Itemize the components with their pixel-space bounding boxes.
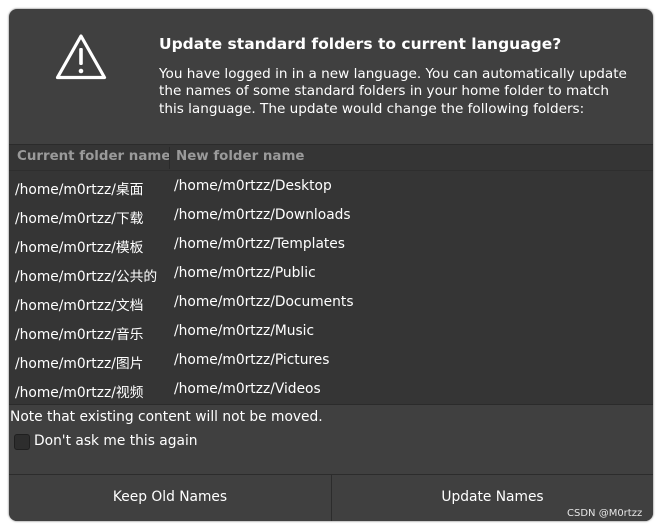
current-folder-cell: /home/m0rtzz/图片: [15, 356, 144, 372]
current-folder-cell: /home/m0rtzz/模板: [15, 240, 144, 256]
update-folders-dialog: Update standard folders to current langu…: [9, 9, 653, 521]
table-row[interactable]: /home/m0rtzz/视频 /home/m0rtzz/Videos: [9, 375, 653, 404]
current-folder-cell: /home/m0rtzz/公共的: [15, 269, 158, 285]
table-row[interactable]: /home/m0rtzz/文档 /home/m0rtzz/Documents: [9, 288, 653, 317]
column-header-current[interactable]: Current folder name: [17, 149, 170, 164]
folders-table[interactable]: Current folder name New folder name /hom…: [9, 144, 653, 405]
note-text: Note that existing content will not be m…: [10, 409, 323, 425]
new-folder-cell: /home/m0rtzz/Desktop: [174, 178, 332, 194]
table-row[interactable]: /home/m0rtzz/图片 /home/m0rtzz/Pictures: [9, 346, 653, 375]
watermark: CSDN @M0rtzz: [567, 508, 643, 519]
dialog-title: Update standard folders to current langu…: [159, 35, 562, 53]
current-folder-cell: /home/m0rtzz/视频: [15, 385, 144, 401]
table-row[interactable]: /home/m0rtzz/桌面 /home/m0rtzz/Desktop: [9, 172, 653, 201]
warning-triangle-icon: [55, 34, 107, 80]
new-folder-cell: /home/m0rtzz/Music: [174, 323, 315, 339]
keep-old-names-button[interactable]: Keep Old Names: [9, 475, 332, 521]
new-folder-cell: /home/m0rtzz/Pictures: [174, 352, 330, 368]
table-row[interactable]: /home/m0rtzz/下载 /home/m0rtzz/Downloads: [9, 201, 653, 230]
new-folder-cell: /home/m0rtzz/Templates: [174, 236, 345, 252]
current-folder-cell: /home/m0rtzz/下载: [15, 211, 144, 227]
table-header: Current folder name New folder name: [9, 145, 653, 171]
table-row[interactable]: /home/m0rtzz/音乐 /home/m0rtzz/Music: [9, 317, 653, 346]
new-folder-cell: /home/m0rtzz/Videos: [174, 381, 321, 397]
current-folder-cell: /home/m0rtzz/桌面: [15, 182, 144, 198]
button-bar: Keep Old Names Update Names: [9, 474, 653, 521]
new-folder-cell: /home/m0rtzz/Documents: [174, 294, 354, 310]
column-separator: [169, 147, 170, 169]
column-header-new[interactable]: New folder name: [176, 149, 304, 164]
table-row[interactable]: /home/m0rtzz/模板 /home/m0rtzz/Templates: [9, 230, 653, 259]
new-folder-cell: /home/m0rtzz/Downloads: [174, 207, 351, 223]
dont-ask-again-checkbox[interactable]: [14, 434, 30, 450]
current-folder-cell: /home/m0rtzz/音乐: [15, 327, 144, 343]
new-folder-cell: /home/m0rtzz/Public: [174, 265, 316, 281]
dont-ask-again-label[interactable]: Don't ask me this again: [34, 433, 198, 449]
dialog-message: You have logged in in a new language. Yo…: [159, 66, 627, 117]
current-folder-cell: /home/m0rtzz/文档: [15, 298, 144, 314]
table-row[interactable]: /home/m0rtzz/公共的 /home/m0rtzz/Public: [9, 259, 653, 288]
